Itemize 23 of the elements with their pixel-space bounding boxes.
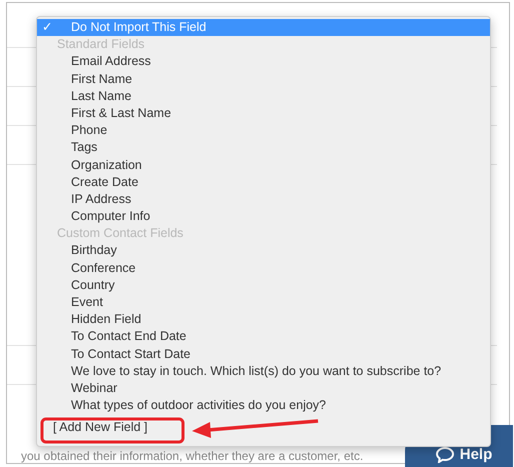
menu-item[interactable]: First & Last Name [37, 104, 490, 122]
menu-item[interactable]: To Contact Start Date [37, 346, 490, 363]
menu-item[interactable]: Country [37, 276, 490, 294]
menu-item[interactable]: Event [37, 294, 490, 312]
menu-item[interactable]: What types of outdoor activities do you enjoy? [37, 397, 490, 414]
menu-item[interactable]: Conference [37, 260, 490, 277]
menu-item[interactable]: IP Address [37, 190, 490, 208]
menu-item[interactable]: Phone [37, 122, 490, 140]
menu-item[interactable]: Computer Info [37, 208, 490, 226]
menu-item[interactable]: Webinar [37, 380, 490, 398]
menu-item[interactable]: Email Address [37, 53, 490, 71]
menu-item[interactable]: Birthday [37, 242, 490, 260]
menu-item[interactable]: To Contact End Date [37, 328, 490, 346]
page-text: you obtained their information, whether they are a customer, etc. [21, 449, 364, 463]
chat-bubble-icon [436, 447, 454, 463]
menu-item[interactable]: Hidden Field [37, 311, 490, 328]
menu-item[interactable]: Tags [37, 139, 490, 156]
menu-item[interactable]: Create Date [37, 174, 490, 191]
menu-item[interactable]: First Name [37, 70, 490, 88]
add-field-item[interactable]: [ Add New Field ] [37, 414, 490, 440]
menu-item[interactable]: Last Name [37, 88, 490, 105]
menu-item[interactable]: Organization [37, 156, 490, 174]
menu-item[interactable]: We love to stay in touch. Which list(s) do you want to subscribe to? [37, 362, 490, 380]
